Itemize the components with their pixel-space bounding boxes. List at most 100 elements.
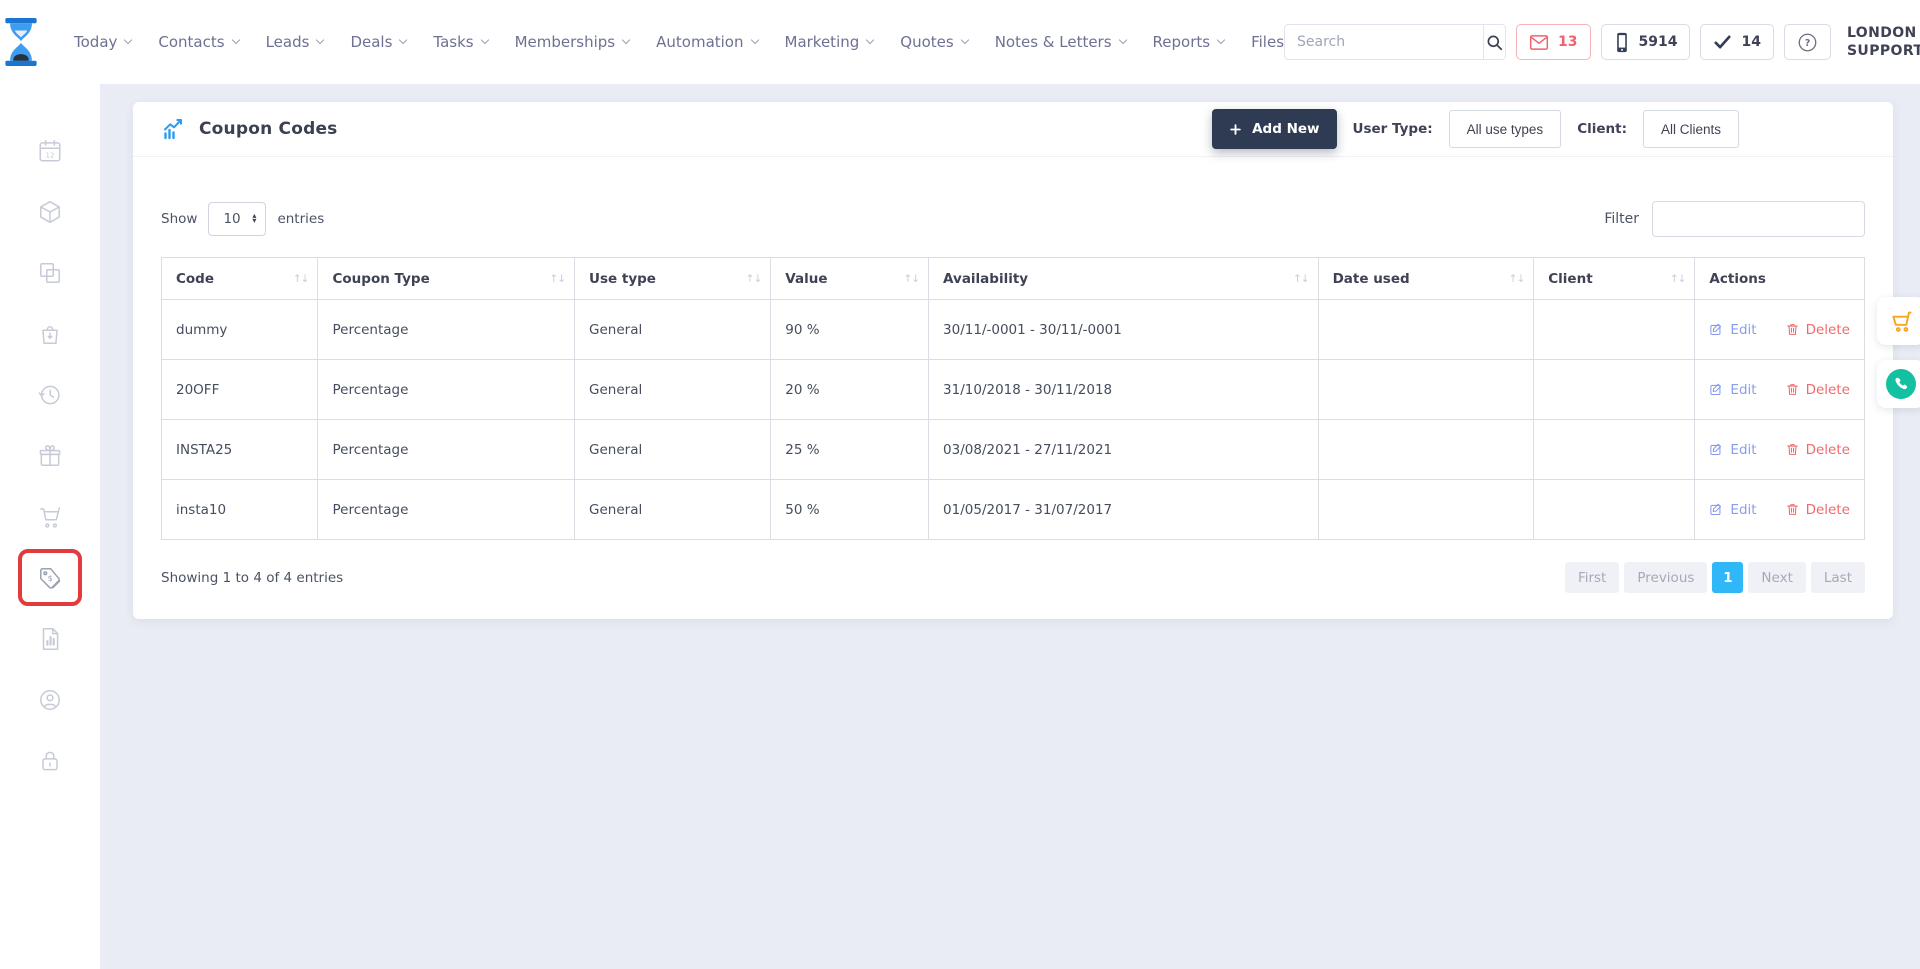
sidebar-item-gifts[interactable] [18, 425, 82, 486]
chevron-down-icon [622, 36, 630, 44]
cell-client [1534, 300, 1695, 360]
cell-availability: 30/11/-0001 - 30/11/-0001 [929, 300, 1319, 360]
page-size-select[interactable]: 10 ▴▾ [208, 202, 266, 236]
search-input[interactable] [1285, 25, 1483, 59]
delete-button[interactable]: Delete [1785, 382, 1850, 398]
cell-date-used [1318, 420, 1534, 480]
nav-label: Automation [656, 33, 743, 51]
page-body: 12 [0, 84, 1920, 969]
nav-item-quotes[interactable]: Quotes [900, 33, 967, 51]
chevron-down-icon [480, 36, 488, 44]
pagination-page-1-button[interactable]: 1 [1712, 562, 1743, 593]
table-row: insta10 Percentage General 50 % 01/05/20… [162, 480, 1865, 540]
col-header-coupon-type[interactable]: Coupon Type↑↓ [318, 258, 575, 300]
cell-coupon-type: Percentage [318, 480, 575, 540]
cell-code: 20OFF [162, 360, 318, 420]
floating-whatsapp-button[interactable] [1877, 360, 1920, 408]
nav-item-automation[interactable]: Automation [656, 33, 757, 51]
chevron-down-icon [231, 36, 239, 44]
coupon-tag-icon: $ [37, 565, 63, 591]
col-header-availability[interactable]: Availability↑↓ [929, 258, 1319, 300]
nav-item-leads[interactable]: Leads [266, 33, 324, 51]
gift-icon [37, 443, 63, 469]
nav-item-deals[interactable]: Deals [350, 33, 406, 51]
sidebar-item-coupon-codes[interactable]: $ [18, 549, 82, 606]
col-header-use-type[interactable]: Use type↑↓ [575, 258, 771, 300]
table-header-row: Code↑↓ Coupon Type↑↓ Use type↑↓ Value↑↓ … [162, 258, 1865, 300]
nav-label: Leads [266, 33, 310, 51]
edit-button[interactable]: Edit [1709, 382, 1756, 398]
nav-label: Deals [350, 33, 392, 51]
cell-client [1534, 420, 1695, 480]
delete-button[interactable]: Delete [1785, 322, 1850, 338]
whatsapp-phone-icon [1886, 369, 1916, 399]
page-size-group: Show 10 ▴▾ entries [161, 202, 324, 236]
col-header-code[interactable]: Code↑↓ [162, 258, 318, 300]
col-header-value[interactable]: Value↑↓ [771, 258, 929, 300]
package-icon [37, 199, 63, 225]
cell-availability: 31/10/2018 - 30/11/2018 [929, 360, 1319, 420]
edit-button[interactable]: Edit [1709, 322, 1756, 338]
floating-cart-button[interactable] [1877, 297, 1920, 345]
app-logo[interactable] [0, 17, 42, 67]
nav-item-contacts[interactable]: Contacts [158, 33, 238, 51]
add-new-button[interactable]: Add New [1212, 109, 1336, 149]
cell-coupon-type: Percentage [318, 420, 575, 480]
col-header-client[interactable]: Client↑↓ [1534, 258, 1695, 300]
nav-item-reports[interactable]: Reports [1153, 33, 1225, 51]
pagination-previous-button[interactable]: Previous [1624, 562, 1707, 593]
sidebar-item-orders[interactable] [18, 303, 82, 364]
table-footer: Showing 1 to 4 of 4 entries First Previo… [161, 562, 1865, 593]
nav-item-marketing[interactable]: Marketing [785, 33, 874, 51]
search-button[interactable] [1483, 25, 1505, 59]
sidebar-item-security[interactable] [18, 730, 82, 791]
nav-item-notes-letters[interactable]: Notes & Letters [995, 33, 1126, 51]
plus-icon [1229, 123, 1242, 136]
card-body: Show 10 ▴▾ entries Filter [133, 157, 1893, 619]
pagination-last-button[interactable]: Last [1811, 562, 1865, 593]
nav-item-today[interactable]: Today [74, 33, 131, 51]
table-row: 20OFF Percentage General 20 % 31/10/2018… [162, 360, 1865, 420]
card-header: Coupon Codes Add New User Type: All use … [133, 102, 1893, 157]
filter-input[interactable] [1652, 201, 1865, 237]
sidebar-item-reports[interactable] [18, 608, 82, 669]
table-row: INSTA25 Percentage General 25 % 03/08/20… [162, 420, 1865, 480]
sidebar-item-calendar[interactable]: 12 [18, 120, 82, 181]
sidebar-item-products[interactable] [18, 181, 82, 242]
edit-button[interactable]: Edit [1709, 442, 1756, 458]
sort-icon: ↑↓ [549, 273, 565, 285]
show-label: Show [161, 211, 197, 227]
nav-item-memberships[interactable]: Memberships [515, 33, 630, 51]
nav-label: Marketing [785, 33, 860, 51]
edit-button[interactable]: Edit [1709, 502, 1756, 518]
phone-badge[interactable]: 5914 [1601, 24, 1691, 60]
cell-code: dummy [162, 300, 318, 360]
sidebar-item-copy[interactable] [18, 242, 82, 303]
delete-button[interactable]: Delete [1785, 502, 1850, 518]
messages-badge[interactable]: 13 [1516, 24, 1590, 60]
client-select[interactable]: All Clients [1643, 110, 1739, 148]
pagination: First Previous 1 Next Last [1565, 562, 1865, 593]
cell-value: 20 % [771, 360, 929, 420]
envelope-icon [1529, 34, 1549, 51]
tasks-badge[interactable]: 14 [1700, 24, 1773, 60]
help-badge[interactable]: ? [1784, 24, 1831, 60]
sort-icon: ↑↓ [1670, 273, 1686, 285]
cell-date-used [1318, 480, 1534, 540]
col-header-actions: Actions [1695, 258, 1865, 300]
chevron-down-icon [866, 36, 874, 44]
nav-item-tasks[interactable]: Tasks [433, 33, 487, 51]
pagination-first-button[interactable]: First [1565, 562, 1619, 593]
user-type-select[interactable]: All use types [1449, 110, 1562, 148]
sidebar-item-account[interactable] [18, 669, 82, 730]
filter-group: Filter [1604, 201, 1865, 237]
delete-button[interactable]: Delete [1785, 442, 1850, 458]
col-header-date-used[interactable]: Date used↑↓ [1318, 258, 1534, 300]
sidebar-item-cart[interactable] [18, 486, 82, 547]
nav-item-files[interactable]: Files [1251, 33, 1284, 51]
sidebar-item-history[interactable] [18, 364, 82, 425]
chevron-down-icon [316, 36, 324, 44]
cell-use-type: General [575, 480, 771, 540]
page-title: Coupon Codes [199, 119, 338, 139]
pagination-next-button[interactable]: Next [1748, 562, 1805, 593]
